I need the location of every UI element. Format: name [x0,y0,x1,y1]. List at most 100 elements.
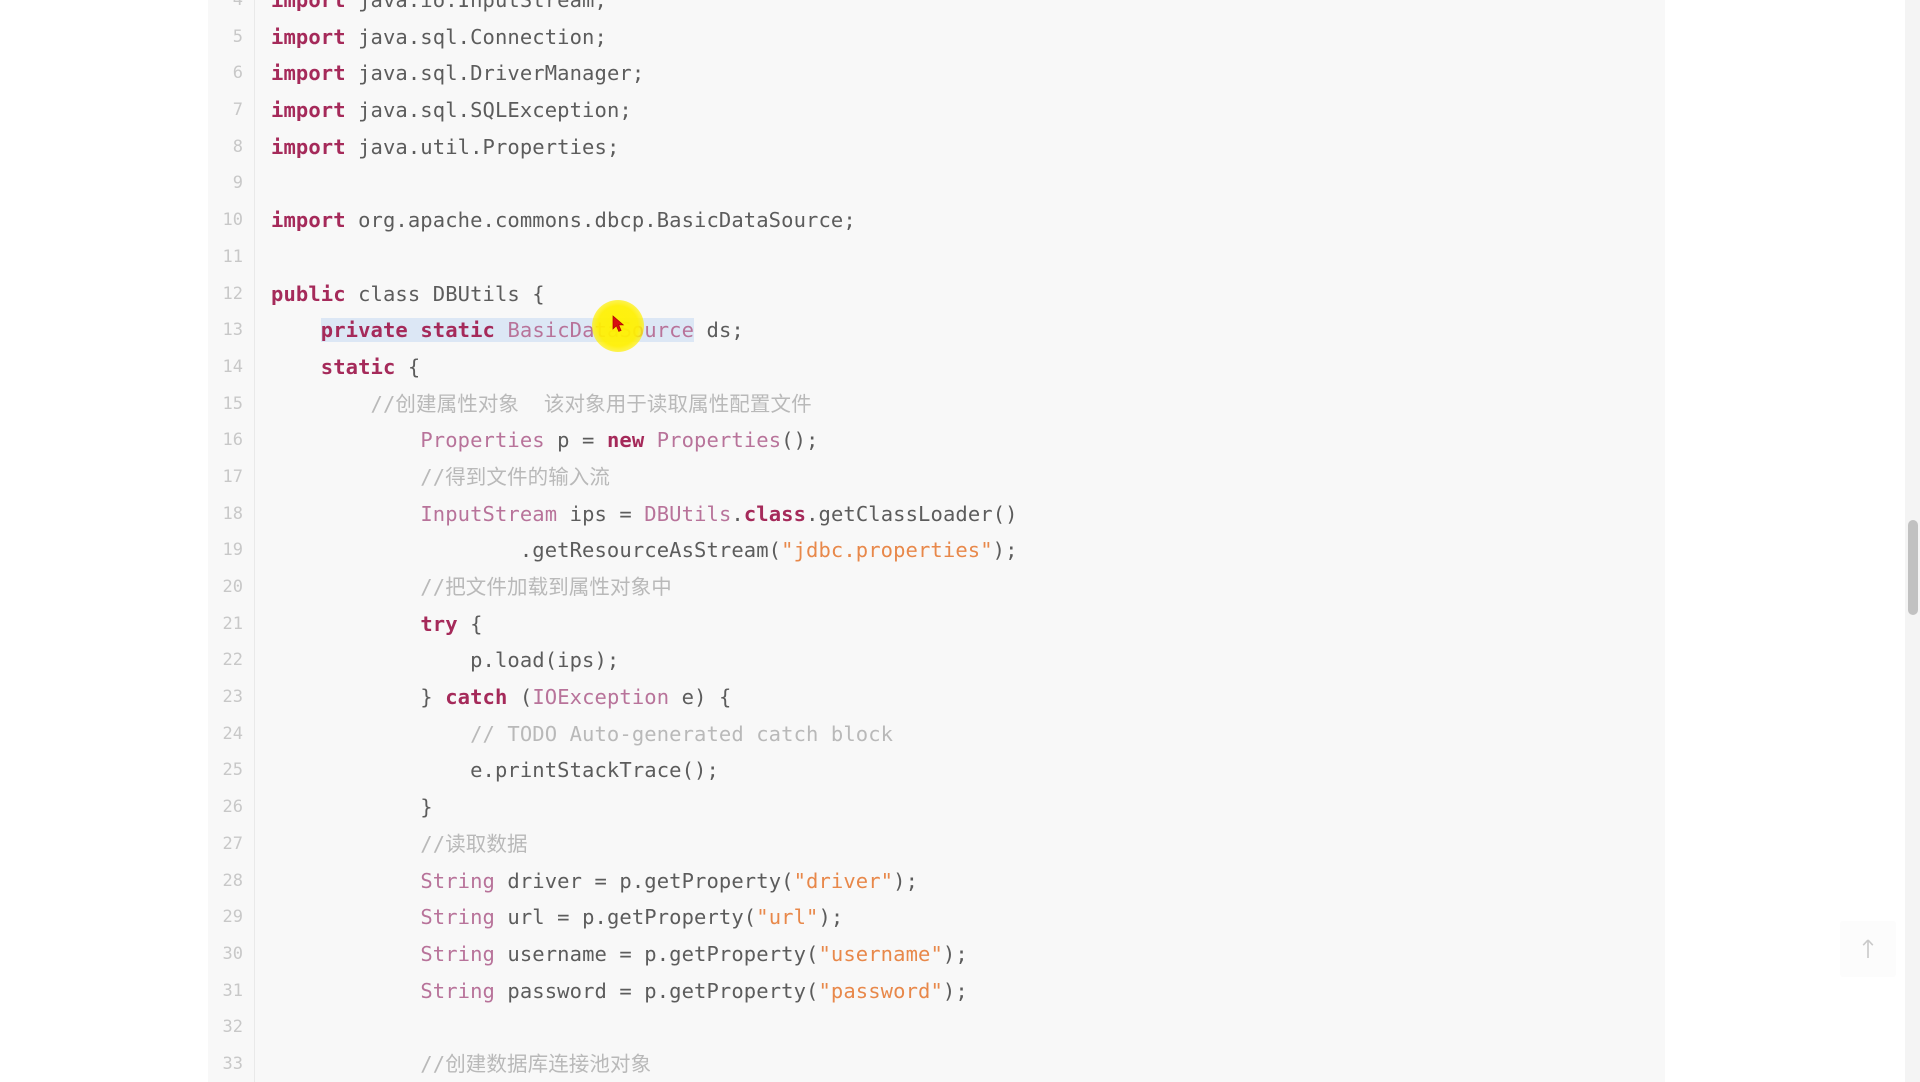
line-number: 7 [208,92,254,129]
code-token: driver = p.getProperty( [494,868,794,893]
code-line[interactable]: 15 //创建属性对象 该对象用于读取属性配置文件 [208,385,1665,423]
code-line[interactable]: 12 public class DBUtils { [208,275,1665,313]
code-line-text: try { [255,606,1665,643]
code-token: public [271,281,346,306]
vertical-scrollbar-thumb[interactable] [1908,520,1918,615]
code-token: org.apache.commons.dbcp.BasicDataSource; [345,208,856,233]
line-number: 30 [208,935,254,973]
code-token: private static [320,318,495,343]
code-line[interactable]: 13 private static BasicDataSource ds; [208,312,1665,349]
code-line[interactable]: 7 import java.sql.SQLException; [208,92,1665,129]
code-line[interactable]: 24 // TODO Auto-generated catch block [208,715,1665,753]
line-number: 31 [208,972,254,1010]
line-number: 20 [208,569,254,606]
line-number: 25 [208,752,254,790]
code-line[interactable]: 28 String driver = p.getProperty("driver… [208,862,1665,900]
code-line-text: .getResourceAsStream("jdbc.properties"); [255,532,1665,569]
code-token: import [271,0,346,12]
code-token: DBUtils [644,501,732,526]
code-token: "driver" [793,868,894,893]
code-line[interactable]: 30 String username = p.getProperty("user… [208,935,1665,973]
code-token: .getClassLoader() [806,501,1018,526]
code-token: //得到文件的输入流 [271,464,610,489]
code-line-text: //得到文件的输入流 [255,459,1665,496]
code-line[interactable]: 4 import java.io.InputStream; [208,0,1665,19]
code-viewer[interactable]: 4 import java.io.InputStream; 5 import java… [208,0,1665,1082]
code-line[interactable]: 22 p.load(ips); [208,642,1665,680]
code-line[interactable]: 23 } catch (IOException e) { [208,679,1665,716]
code-line-text: import java.io.InputStream; [255,0,1665,19]
code-line-text: import java.sql.Connection; [255,19,1665,56]
line-number: 21 [208,605,254,643]
code-token: import [271,98,346,123]
code-token: ips = [557,501,645,526]
gutter-divider [254,165,255,203]
line-number: 4 [208,0,254,19]
code-line[interactable]: 18 InputStream ips = DBUtils.class.getCl… [208,495,1665,533]
code-line-text: String username = p.getProperty("usernam… [255,936,1665,973]
code-token: url = p.getProperty( [494,905,757,930]
code-token: String [420,868,495,893]
code-token: } [271,795,433,820]
code-line[interactable]: 19 .getResourceAsStream("jdbc.properties… [208,532,1665,570]
code-line-text: Properties p = new Properties(); [255,422,1665,459]
code-line[interactable]: 25 e.printStackTrace(); [208,752,1665,790]
code-line-text: String url = p.getProperty("url"); [255,899,1665,936]
code-line[interactable]: 5 import java.sql.Connection; [208,18,1665,56]
line-number: 23 [208,679,254,716]
line-number: 32 [208,1009,254,1046]
code-line[interactable]: 11 [208,238,1665,276]
code-token: e.printStackTrace(); [271,758,719,783]
code-token: "username" [818,941,943,966]
code-token: import [271,134,346,159]
back-to-top-button[interactable] [1840,921,1896,977]
code-token: import [271,61,346,86]
code-token: ds; [694,318,744,343]
code-line-text: } catch (IOException e) { [255,679,1665,716]
code-line[interactable]: 21 try { [208,605,1665,643]
code-line-text: static { [255,349,1665,386]
code-line-text: //创建属性对象 该对象用于读取属性配置文件 [255,386,1665,423]
code-line[interactable]: 27 //读取数据 [208,825,1665,863]
code-line[interactable]: 29 String url = p.getProperty("url"); [208,899,1665,936]
code-line[interactable]: 8 import java.util.Properties; [208,128,1665,166]
line-number: 9 [208,165,254,203]
code-line[interactable]: 32 [208,1009,1665,1046]
code-token: java.io.InputStream; [345,0,607,12]
line-number: 5 [208,18,254,56]
code-token: (); [781,428,819,453]
code-line[interactable]: 20 //把文件加载到属性对象中 [208,569,1665,606]
code-line-text: InputStream ips = DBUtils.class.getClass… [255,496,1665,533]
code-line-text: import org.apache.commons.dbcp.BasicData… [255,202,1665,239]
code-token: p.load(ips); [271,648,620,673]
code-line-text: //把文件加载到属性对象中 [255,569,1665,606]
code-line[interactable]: 10 import org.apache.commons.dbcp.BasicDa… [208,202,1665,239]
code-token: } [271,685,446,710]
code-line[interactable]: 33 //创建数据库连接池对象 [208,1045,1665,1082]
code-token: import [271,208,346,233]
line-number: 18 [208,495,254,533]
code-token: ); [818,905,844,930]
code-line[interactable]: 17 //得到文件的输入流 [208,458,1665,496]
code-line-text: import java.sql.SQLException; [255,92,1665,129]
code-line[interactable]: 9 [208,165,1665,203]
code-token: "password" [818,978,943,1003]
code-line-text: p.load(ips); [255,642,1665,679]
code-line[interactable]: 26 } [208,789,1665,826]
code-line[interactable]: 31 String password = p.getProperty("pass… [208,972,1665,1010]
line-number: 15 [208,385,254,423]
code-token: String [420,941,495,966]
code-token: { [395,354,421,379]
code-line[interactable]: 6 import java.sql.DriverManager; [208,55,1665,93]
code-line[interactable]: 16 Properties p = new Properties(); [208,422,1665,459]
code-line[interactable]: 14 static { [208,348,1665,386]
line-number: 29 [208,899,254,936]
line-number: 14 [208,348,254,386]
line-number: 10 [208,202,254,239]
